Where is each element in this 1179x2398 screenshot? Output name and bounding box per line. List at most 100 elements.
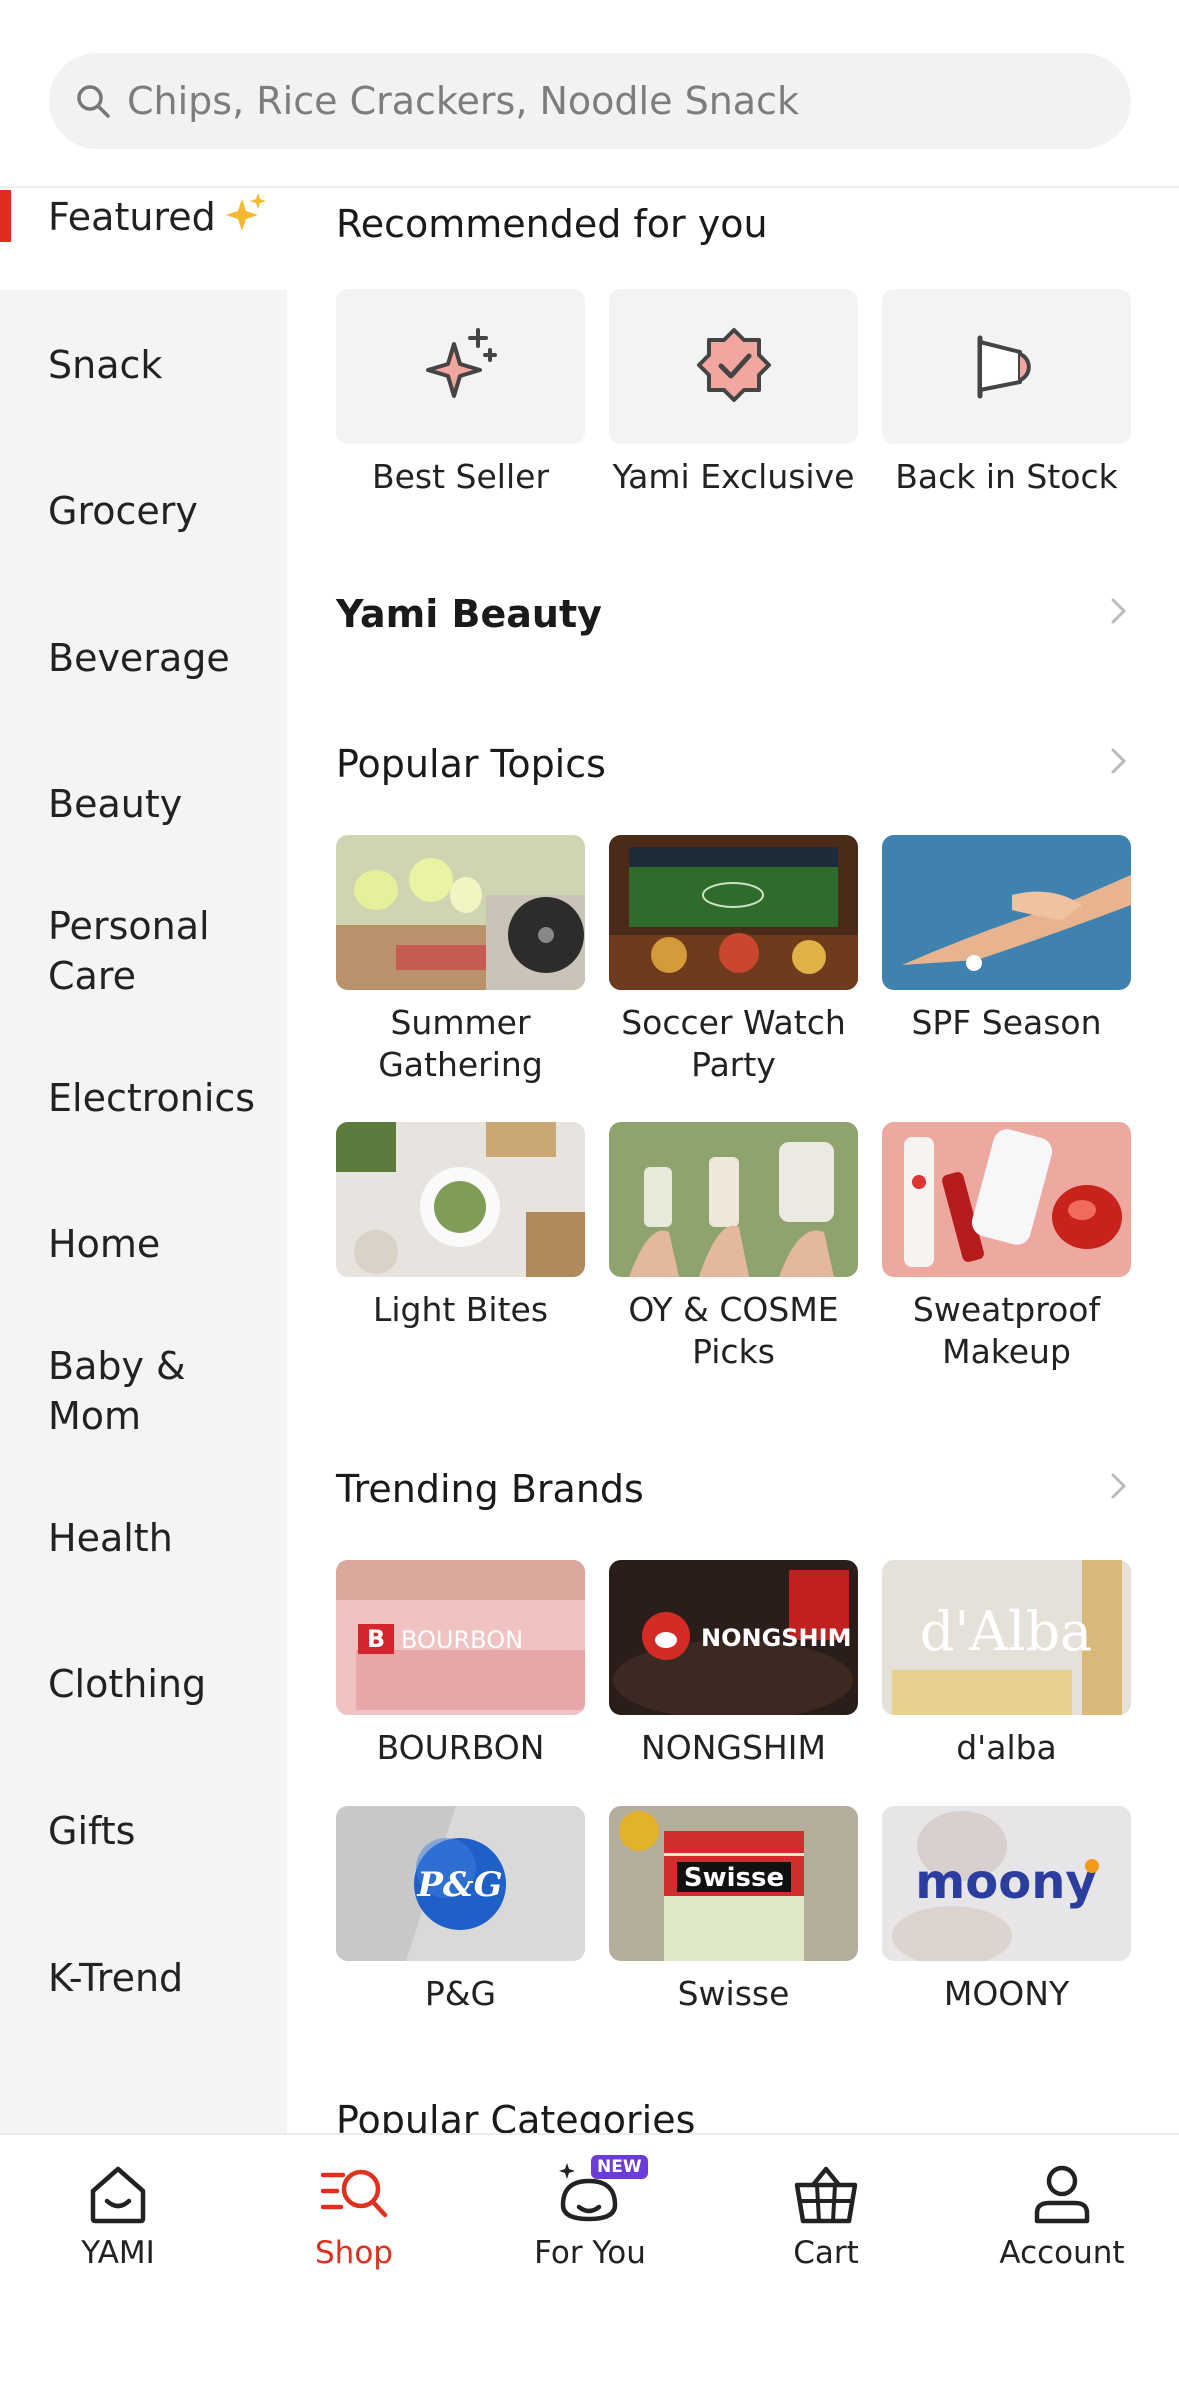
brand-logo-image: moony bbox=[882, 1806, 1131, 1961]
topic-sweatproof-makeup[interactable]: Sweatproof Makeup bbox=[882, 1122, 1131, 1373]
topic-image bbox=[882, 1122, 1131, 1277]
tile-caption: Best Seller bbox=[371, 457, 550, 496]
sidebar-item-label: Home bbox=[48, 1222, 161, 1266]
tab-label: Account bbox=[999, 2235, 1125, 2271]
brand-pg[interactable]: P&G P&G bbox=[336, 1806, 585, 2015]
brand-logo-text: moony bbox=[915, 1854, 1096, 1910]
sidebar-item-featured[interactable]: Featured bbox=[0, 188, 287, 290]
brand-logo-text: NONGSHIM bbox=[701, 1624, 851, 1652]
search-header bbox=[0, 0, 1179, 188]
yami-beauty-title[interactable]: Yami Beauty bbox=[336, 592, 602, 636]
sidebar-item-gifts[interactable]: Gifts bbox=[0, 1758, 287, 1904]
trending-brands-title[interactable]: Trending Brands bbox=[336, 1467, 644, 1511]
brand-moony[interactable]: moony MOONY bbox=[882, 1806, 1131, 2015]
sidebar-item-label: Clothing bbox=[48, 1662, 207, 1706]
brand-logo-text: d'Alba bbox=[920, 1600, 1092, 1663]
topic-image bbox=[882, 835, 1131, 990]
sidebar-item-label: Beverage bbox=[48, 636, 230, 680]
topic-image bbox=[336, 1122, 585, 1277]
sidebar-item-personal-care[interactable]: Personal Care bbox=[0, 878, 287, 1024]
brand-dalba[interactable]: d'Alba d'alba bbox=[882, 1560, 1131, 1769]
chevron-right-icon[interactable] bbox=[1103, 1471, 1133, 1501]
tile-caption: Light Bites bbox=[372, 1290, 549, 1329]
sidebar-item-home[interactable]: Home bbox=[0, 1171, 287, 1317]
brand-swisse[interactable]: Swisse Swisse bbox=[609, 1806, 858, 2015]
person-icon bbox=[1027, 2159, 1097, 2229]
tab-for-you[interactable]: NEW For You bbox=[472, 2135, 708, 2295]
topic-image bbox=[609, 835, 858, 990]
sidebar-item-electronics[interactable]: Electronics bbox=[0, 1025, 287, 1171]
tile-image bbox=[609, 289, 858, 444]
sidebar-item-snack[interactable]: Snack bbox=[0, 292, 287, 438]
chevron-right-icon[interactable] bbox=[1103, 746, 1133, 776]
tile-caption: Sweatproof Makeup bbox=[912, 1290, 1101, 1371]
popular-categories-title[interactable]: Popular Categories bbox=[336, 2098, 695, 2133]
home-icon bbox=[83, 2159, 153, 2229]
search-bar[interactable] bbox=[49, 53, 1131, 149]
tile-image bbox=[336, 289, 585, 444]
sidebar-item-health[interactable]: Health bbox=[0, 1465, 287, 1611]
recommended-yami-exclusive[interactable]: Yami Exclusive bbox=[609, 289, 858, 498]
topic-soccer-watch-party[interactable]: Soccer Watch Party bbox=[609, 835, 858, 1086]
brand-bourbon[interactable]: B BOURBON BOURBON bbox=[336, 1560, 585, 1769]
brand-logo-text: P&G bbox=[416, 1865, 502, 1905]
sidebar-item-k-trend[interactable]: K-Trend bbox=[0, 1905, 287, 2051]
tile-caption: BOURBON bbox=[376, 1728, 545, 1767]
tile-caption: Summer Gathering bbox=[378, 1003, 543, 1084]
brand-logo-image: d'Alba bbox=[882, 1560, 1131, 1715]
tile-caption: Back in Stock bbox=[895, 457, 1118, 496]
sidebar-item-label: Grocery bbox=[48, 489, 198, 533]
tile-caption: SPF Season bbox=[911, 1003, 1102, 1042]
tile-caption: d'alba bbox=[956, 1728, 1057, 1767]
topic-summer-gathering[interactable]: Summer Gathering bbox=[336, 835, 585, 1086]
tab-label: Shop bbox=[315, 2235, 393, 2271]
topic-spf-season[interactable]: SPF Season bbox=[882, 835, 1131, 1044]
shop-search-icon bbox=[319, 2159, 389, 2229]
recommended-best-seller[interactable]: Best Seller bbox=[336, 289, 585, 498]
tile-caption: Yami Exclusive bbox=[612, 457, 855, 496]
popular-topics-title[interactable]: Popular Topics bbox=[336, 742, 606, 786]
tab-yami[interactable]: YAMI bbox=[0, 2135, 236, 2295]
sidebar-item-label: Snack bbox=[48, 343, 163, 387]
badge-check-icon bbox=[689, 320, 779, 414]
tab-label: Cart bbox=[793, 2235, 859, 2271]
sidebar-item-beauty[interactable]: Beauty bbox=[0, 731, 287, 877]
chevron-right-icon[interactable] bbox=[1103, 596, 1133, 626]
search-icon bbox=[71, 79, 115, 123]
recommended-title: Recommended for you bbox=[336, 202, 768, 246]
sparkle-icon bbox=[222, 191, 266, 244]
sidebar-item-beverage[interactable]: Beverage bbox=[0, 585, 287, 731]
topic-image bbox=[609, 1122, 858, 1277]
tile-image bbox=[882, 289, 1131, 444]
tab-account[interactable]: Account bbox=[944, 2135, 1179, 2295]
sidebar-item-label: Baby & Mom bbox=[48, 1344, 186, 1438]
tab-label: YAMI bbox=[81, 2235, 155, 2271]
sidebar-item-baby-mom[interactable]: Baby & Mom bbox=[0, 1318, 287, 1464]
sidebar-item-label: K-Trend bbox=[48, 1956, 184, 2000]
brand-logo-text: Swisse bbox=[684, 1863, 784, 1893]
brand-nongshim[interactable]: NONGSHIM NONGSHIM bbox=[609, 1560, 858, 1769]
new-badge: NEW bbox=[591, 2155, 648, 2179]
tab-shop[interactable]: Shop bbox=[236, 2135, 472, 2295]
megaphone-icon bbox=[962, 320, 1052, 414]
tile-caption: Soccer Watch Party bbox=[621, 1003, 846, 1084]
brand-logo-image: NONGSHIM bbox=[609, 1560, 858, 1715]
sidebar-item-clothing[interactable]: Clothing bbox=[0, 1611, 287, 1757]
sidebar-item-grocery[interactable]: Grocery bbox=[0, 438, 287, 584]
search-input[interactable] bbox=[125, 78, 1089, 124]
active-indicator bbox=[0, 190, 11, 242]
recommended-back-in-stock[interactable]: Back in Stock bbox=[882, 289, 1131, 498]
tile-caption: MOONY bbox=[943, 1974, 1070, 2013]
sidebar-item-label: Electronics bbox=[48, 1076, 256, 1120]
tile-caption: OY & COSME Picks bbox=[628, 1290, 839, 1371]
sidebar-item-label: Featured bbox=[48, 195, 216, 239]
tab-cart[interactable]: Cart bbox=[708, 2135, 944, 2295]
brand-logo-image: P&G bbox=[336, 1806, 585, 1961]
topic-oy-cosme-picks[interactable]: OY & COSME Picks bbox=[609, 1122, 858, 1373]
brand-logo-image: Swisse bbox=[609, 1806, 858, 1961]
topic-light-bites[interactable]: Light Bites bbox=[336, 1122, 585, 1331]
bottom-tab-bar: YAMI Shop NEW For You Cart Account bbox=[0, 2133, 1179, 2398]
tab-label: For You bbox=[534, 2235, 646, 2271]
svg-text:B: B bbox=[367, 1625, 385, 1653]
tile-caption: Swisse bbox=[677, 1974, 790, 2013]
